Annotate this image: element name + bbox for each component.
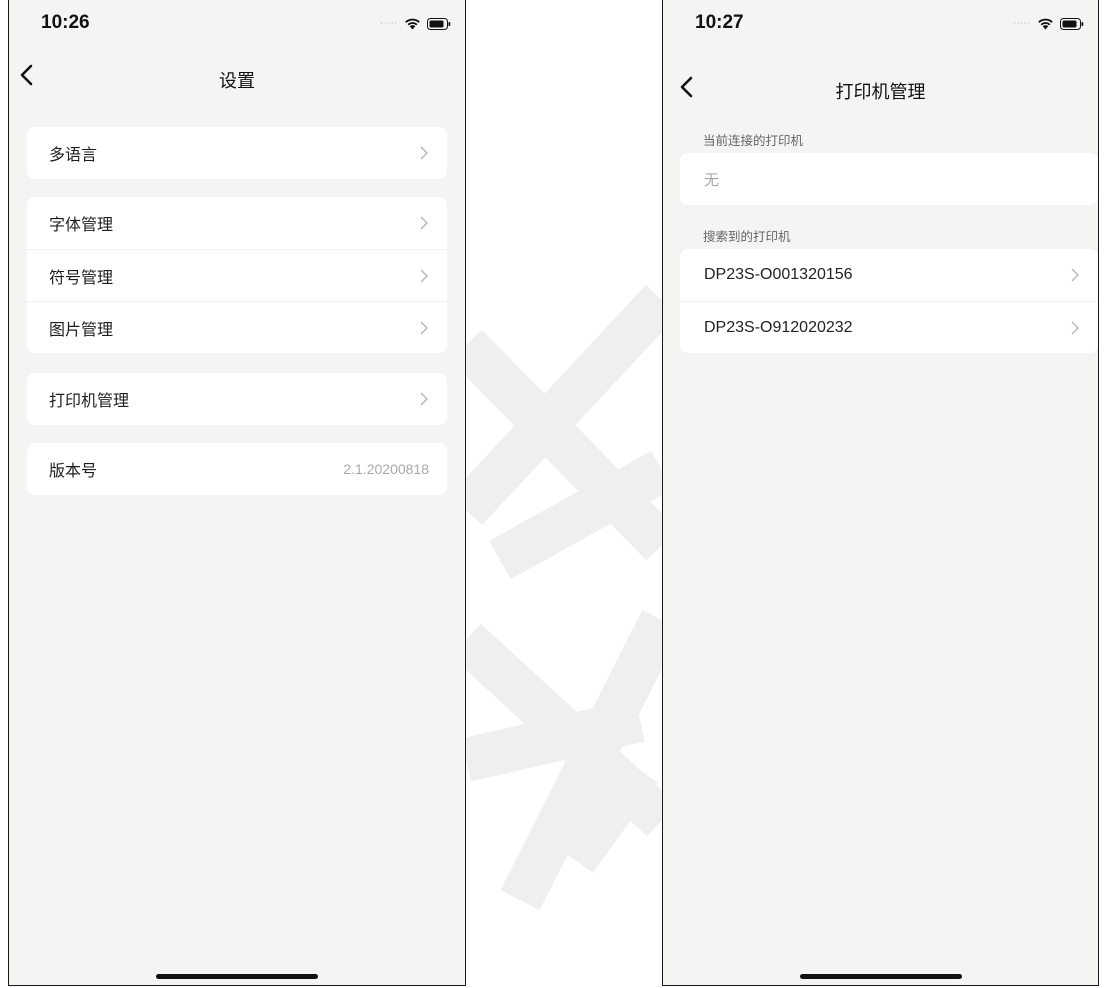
navigation-bar: 打印机管理 (663, 58, 1098, 116)
home-indicator (156, 974, 318, 979)
status-clock: 10:27 (695, 12, 744, 33)
printer-item[interactable]: DP23S-O912020232 (680, 301, 1098, 353)
status-bar: 10:26 ····· (9, 0, 465, 46)
chevron-right-icon (1071, 321, 1079, 334)
settings-item-fonts[interactable]: 字体管理 (27, 197, 447, 249)
chevron-right-icon (420, 321, 428, 334)
settings-group-version: 版本号 2.1.20200818 (27, 443, 447, 495)
settings-item-label: 打印机管理 (49, 391, 130, 410)
status-clock: 10:26 (41, 12, 90, 33)
battery-icon (1060, 17, 1084, 30)
settings-group-printer: 打印机管理 (27, 373, 447, 425)
settings-item-symbols[interactable]: 符号管理 (27, 249, 447, 301)
page-title: 打印机管理 (835, 82, 926, 103)
status-bar: 10:27 ····· (663, 0, 1098, 46)
version-value: 2.1.20200818 (343, 461, 429, 477)
connected-printer-value: 无 (704, 170, 720, 189)
settings-item-images[interactable]: 图片管理 (27, 301, 447, 353)
printer-name: DP23S-O001320156 (704, 266, 853, 283)
settings-item-printer-management[interactable]: 打印机管理 (27, 373, 447, 425)
printer-item[interactable]: DP23S-O001320156 (680, 249, 1098, 301)
connected-printer-header: 当前连接的打印机 (703, 133, 804, 148)
settings-item-label: 图片管理 (49, 319, 114, 339)
settings-item-version: 版本号 2.1.20200818 (27, 443, 447, 495)
printer-name: DP23S-O912020232 (704, 318, 853, 336)
settings-group-language: 多语言 (27, 127, 447, 179)
status-icons: ····· (380, 17, 451, 30)
signal-dots-icon: ····· (1013, 18, 1031, 28)
settings-screen: 10:26 ····· 设置 多语言 字体管理 符号管理 图片管理 打印机管理 … (8, 0, 466, 986)
navigation-bar: 设置 (9, 58, 465, 116)
settings-item-label: 字体管理 (49, 215, 114, 234)
chevron-right-icon (420, 269, 428, 282)
battery-icon (427, 17, 451, 30)
settings-item-label: 版本号 (49, 461, 98, 480)
found-printers-header: 搜索到的打印机 (703, 229, 791, 244)
chevron-right-icon (420, 392, 428, 406)
found-printers-group: DP23S-O001320156 DP23S-O912020232 (680, 249, 1098, 353)
connected-printer-row: 无 (680, 153, 1098, 205)
settings-group-resources: 字体管理 符号管理 图片管理 (27, 197, 447, 353)
chevron-right-icon (420, 216, 428, 230)
settings-item-language[interactable]: 多语言 (27, 127, 447, 179)
chevron-right-icon (420, 146, 428, 160)
connected-printer-group: 无 (680, 153, 1098, 205)
status-icons: ····· (1013, 17, 1084, 30)
signal-dots-icon: ····· (380, 18, 398, 28)
chevron-right-icon (1071, 268, 1079, 282)
wifi-icon (405, 18, 420, 30)
page-title: 设置 (219, 71, 255, 92)
home-indicator (799, 974, 962, 979)
settings-item-label: 多语言 (49, 145, 98, 164)
wifi-icon (1038, 18, 1053, 30)
printer-management-screen: 10:27 ····· 打印机管理 当前连接的打印机 无 搜索到的打印机 DP2… (662, 0, 1099, 986)
settings-item-label: 符号管理 (49, 267, 114, 287)
